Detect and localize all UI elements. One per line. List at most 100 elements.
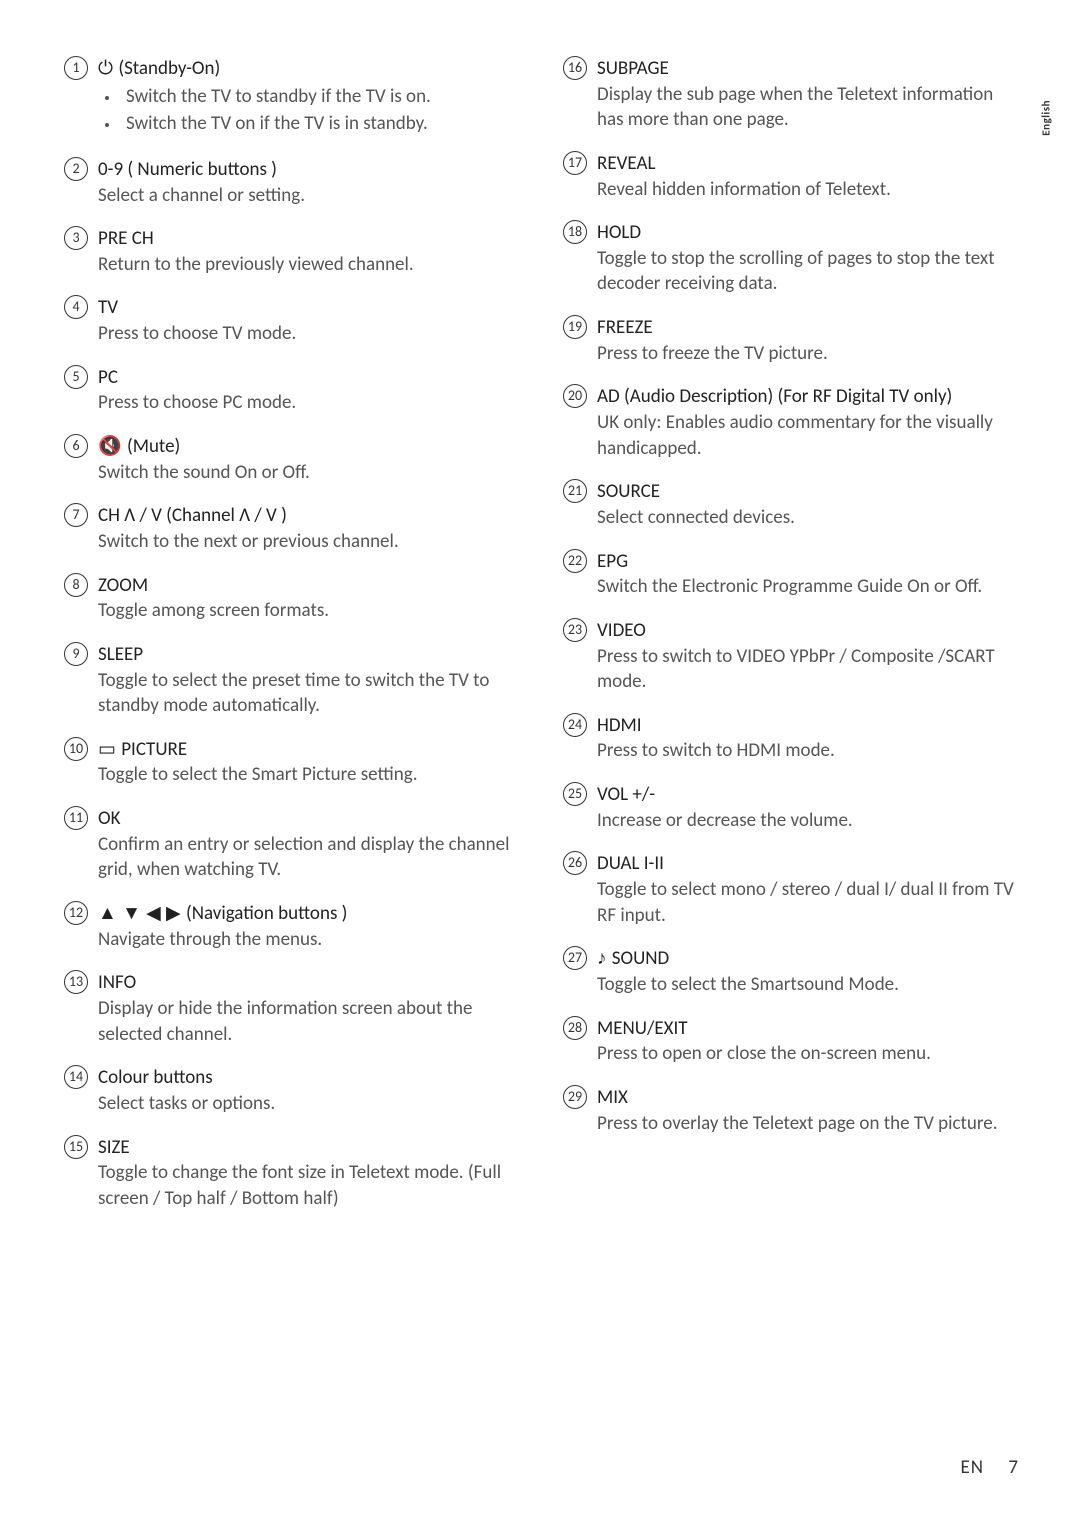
item-body: 0-9 ( Numeric buttons )Select a channel … [98,157,523,208]
item-title-line: ZOOM [98,573,523,599]
item-number: 2 [64,157,98,181]
item-description: Switch the sound On or Off. [98,460,523,486]
item-number: 3 [64,226,98,250]
item-title: SOURCE [597,480,660,503]
item-title: FREEZE [597,316,653,339]
item-body: PRE CHReturn to the previously viewed ch… [98,226,523,277]
item-number: 28 [563,1016,597,1040]
item-body: EPGSwitch the Electronic Programme Guide… [597,549,1022,600]
item-number: 18 [563,220,597,244]
item-description: Press to freeze the TV picture. [597,341,1022,367]
item-body: FREEZEPress to freeze the TV picture. [597,315,1022,366]
item-description: Toggle to select the Smartsound Mode. [597,972,1022,998]
list-item: 26 DUAL I-IIToggle to select mono / ster… [563,851,1022,928]
item-title-line: HDMI [597,713,1022,739]
item-body: MIXPress to overlay the Teletext page on… [597,1085,1022,1136]
item-description: Reveal hidden information of Teletext. [597,177,1022,203]
bullet-item: Switch the TV on if the TV is in standby… [120,111,523,137]
item-description: Select tasks or options. [98,1091,523,1117]
list-item: 25 VOL +/-Increase or decrease the volume… [563,782,1022,833]
item-title-line: AD (Audio Description) (For RF Digital T… [597,384,1022,410]
item-body: ZOOMToggle among screen formats. [98,573,523,624]
item-body: ▲ ▼ ◀ ▶ (Navigation buttons )Navigate th… [98,901,523,952]
language-tab: English [1040,100,1053,136]
item-number: 13 [64,970,98,994]
item-icon: ♪ [597,948,612,969]
item-title-line: FREEZE [597,315,1022,341]
list-item: 3 PRE CHReturn to the previously viewed c… [64,226,523,277]
number-circle: 11 [64,806,88,830]
bullet-item: Switch the TV to standby if the TV is on… [120,84,523,110]
list-item: 8ZOOMToggle among screen formats. [64,573,523,624]
item-title-line: INFO [98,970,523,996]
list-item: 1⏻ (Standby-On)Switch the TV to standby … [64,56,523,139]
number-circle: 26 [563,851,587,875]
item-title-line: DUAL I-II [597,851,1022,877]
item-title-line: MENU/EXIT [597,1016,1022,1042]
item-icon: ▭ [98,739,121,760]
item-description: Toggle to change the font size in Telete… [98,1160,523,1211]
item-description: Toggle to stop the scrolling of pages to… [597,246,1022,297]
item-title: MIX [597,1086,628,1109]
number-circle: 28 [563,1016,587,1040]
number-circle: 10 [64,737,88,761]
item-number: 19 [563,315,597,339]
number-circle: 3 [64,226,88,250]
item-title: DUAL I-II [597,852,664,875]
item-title-line: SLEEP [98,642,523,668]
number-circle: 25 [563,782,587,806]
item-title: SIZE [98,1136,130,1159]
item-title: 0-9 ( Numeric buttons ) [98,158,277,181]
item-title-line: OK [98,806,523,832]
item-description: Display the sub page when the Teletext i… [597,82,1022,133]
list-item: 12▲ ▼ ◀ ▶ (Navigation buttons )Navigate … [64,901,523,952]
item-title-line: PC [98,365,523,391]
item-body: REVEALReveal hidden information of Telet… [597,151,1022,202]
list-item: 2 0-9 ( Numeric buttons )Select a channel… [64,157,523,208]
number-circle: 2 [64,157,88,181]
list-item: 21SOURCESelect connected devices. [563,479,1022,530]
item-body: SLEEPToggle to select the preset time to… [98,642,523,719]
item-number: 14 [64,1065,98,1089]
number-circle: 15 [64,1135,88,1159]
item-body: HOLDToggle to stop the scrolling of page… [597,220,1022,297]
number-circle: 5 [64,365,88,389]
item-number: 6 [64,434,98,458]
item-number: 10 [64,737,98,761]
item-title: AD (Audio Description) (For RF Digital T… [597,385,952,408]
item-icon: ⏻ [98,58,118,79]
item-title-line: Colour buttons [98,1065,523,1091]
item-title-line: ▲ ▼ ◀ ▶ (Navigation buttons ) [98,901,523,927]
item-body: CH Λ / V (Channel Λ / V )Switch to the n… [98,503,523,554]
item-description: UK only: Enables audio commentary for th… [597,410,1022,461]
page-content: 1⏻ (Standby-On)Switch the TV to standby … [0,0,1080,1229]
item-number: 4 [64,295,98,319]
list-item: 10 ▭ PICTUREToggle to select the Smart Pi… [64,737,523,788]
item-description: Press to choose TV mode. [98,321,523,347]
item-description: Toggle to select mono / stereo / dual I/… [597,877,1022,928]
item-description: Navigate through the menus. [98,927,523,953]
number-circle: 18 [563,220,587,244]
item-title-line: ♪ SOUND [597,946,1022,972]
item-title-line: VOL +/- [597,782,1022,808]
number-circle: 29 [563,1085,587,1109]
list-item: 7 CH Λ / V (Channel Λ / V )Switch to the … [64,503,523,554]
item-title: SLEEP [98,643,143,666]
list-item: 4TVPress to choose TV mode. [64,295,523,346]
item-description: Return to the previously viewed channel. [98,252,523,278]
item-description: Press to switch to VIDEO YPbPr / Composi… [597,644,1022,695]
item-title: TV [98,296,118,319]
number-circle: 7 [64,503,88,527]
item-description: Press to open or close the on-screen men… [597,1041,1022,1067]
item-title: INFO [98,971,136,994]
item-description: Press to switch to HDMI mode. [597,738,1022,764]
item-number: 25 [563,782,597,806]
item-body: ▭ PICTUREToggle to select the Smart Pict… [98,737,523,788]
item-description: Toggle to select the preset time to swit… [98,668,523,719]
item-body: VOL +/-Increase or decrease the volume. [597,782,1022,833]
item-title: VOL +/- [597,783,655,806]
item-title: (Mute) [127,435,180,458]
item-title-line: MIX [597,1085,1022,1111]
item-number: 15 [64,1135,98,1159]
item-title-line: CH Λ / V (Channel Λ / V ) [98,503,523,529]
